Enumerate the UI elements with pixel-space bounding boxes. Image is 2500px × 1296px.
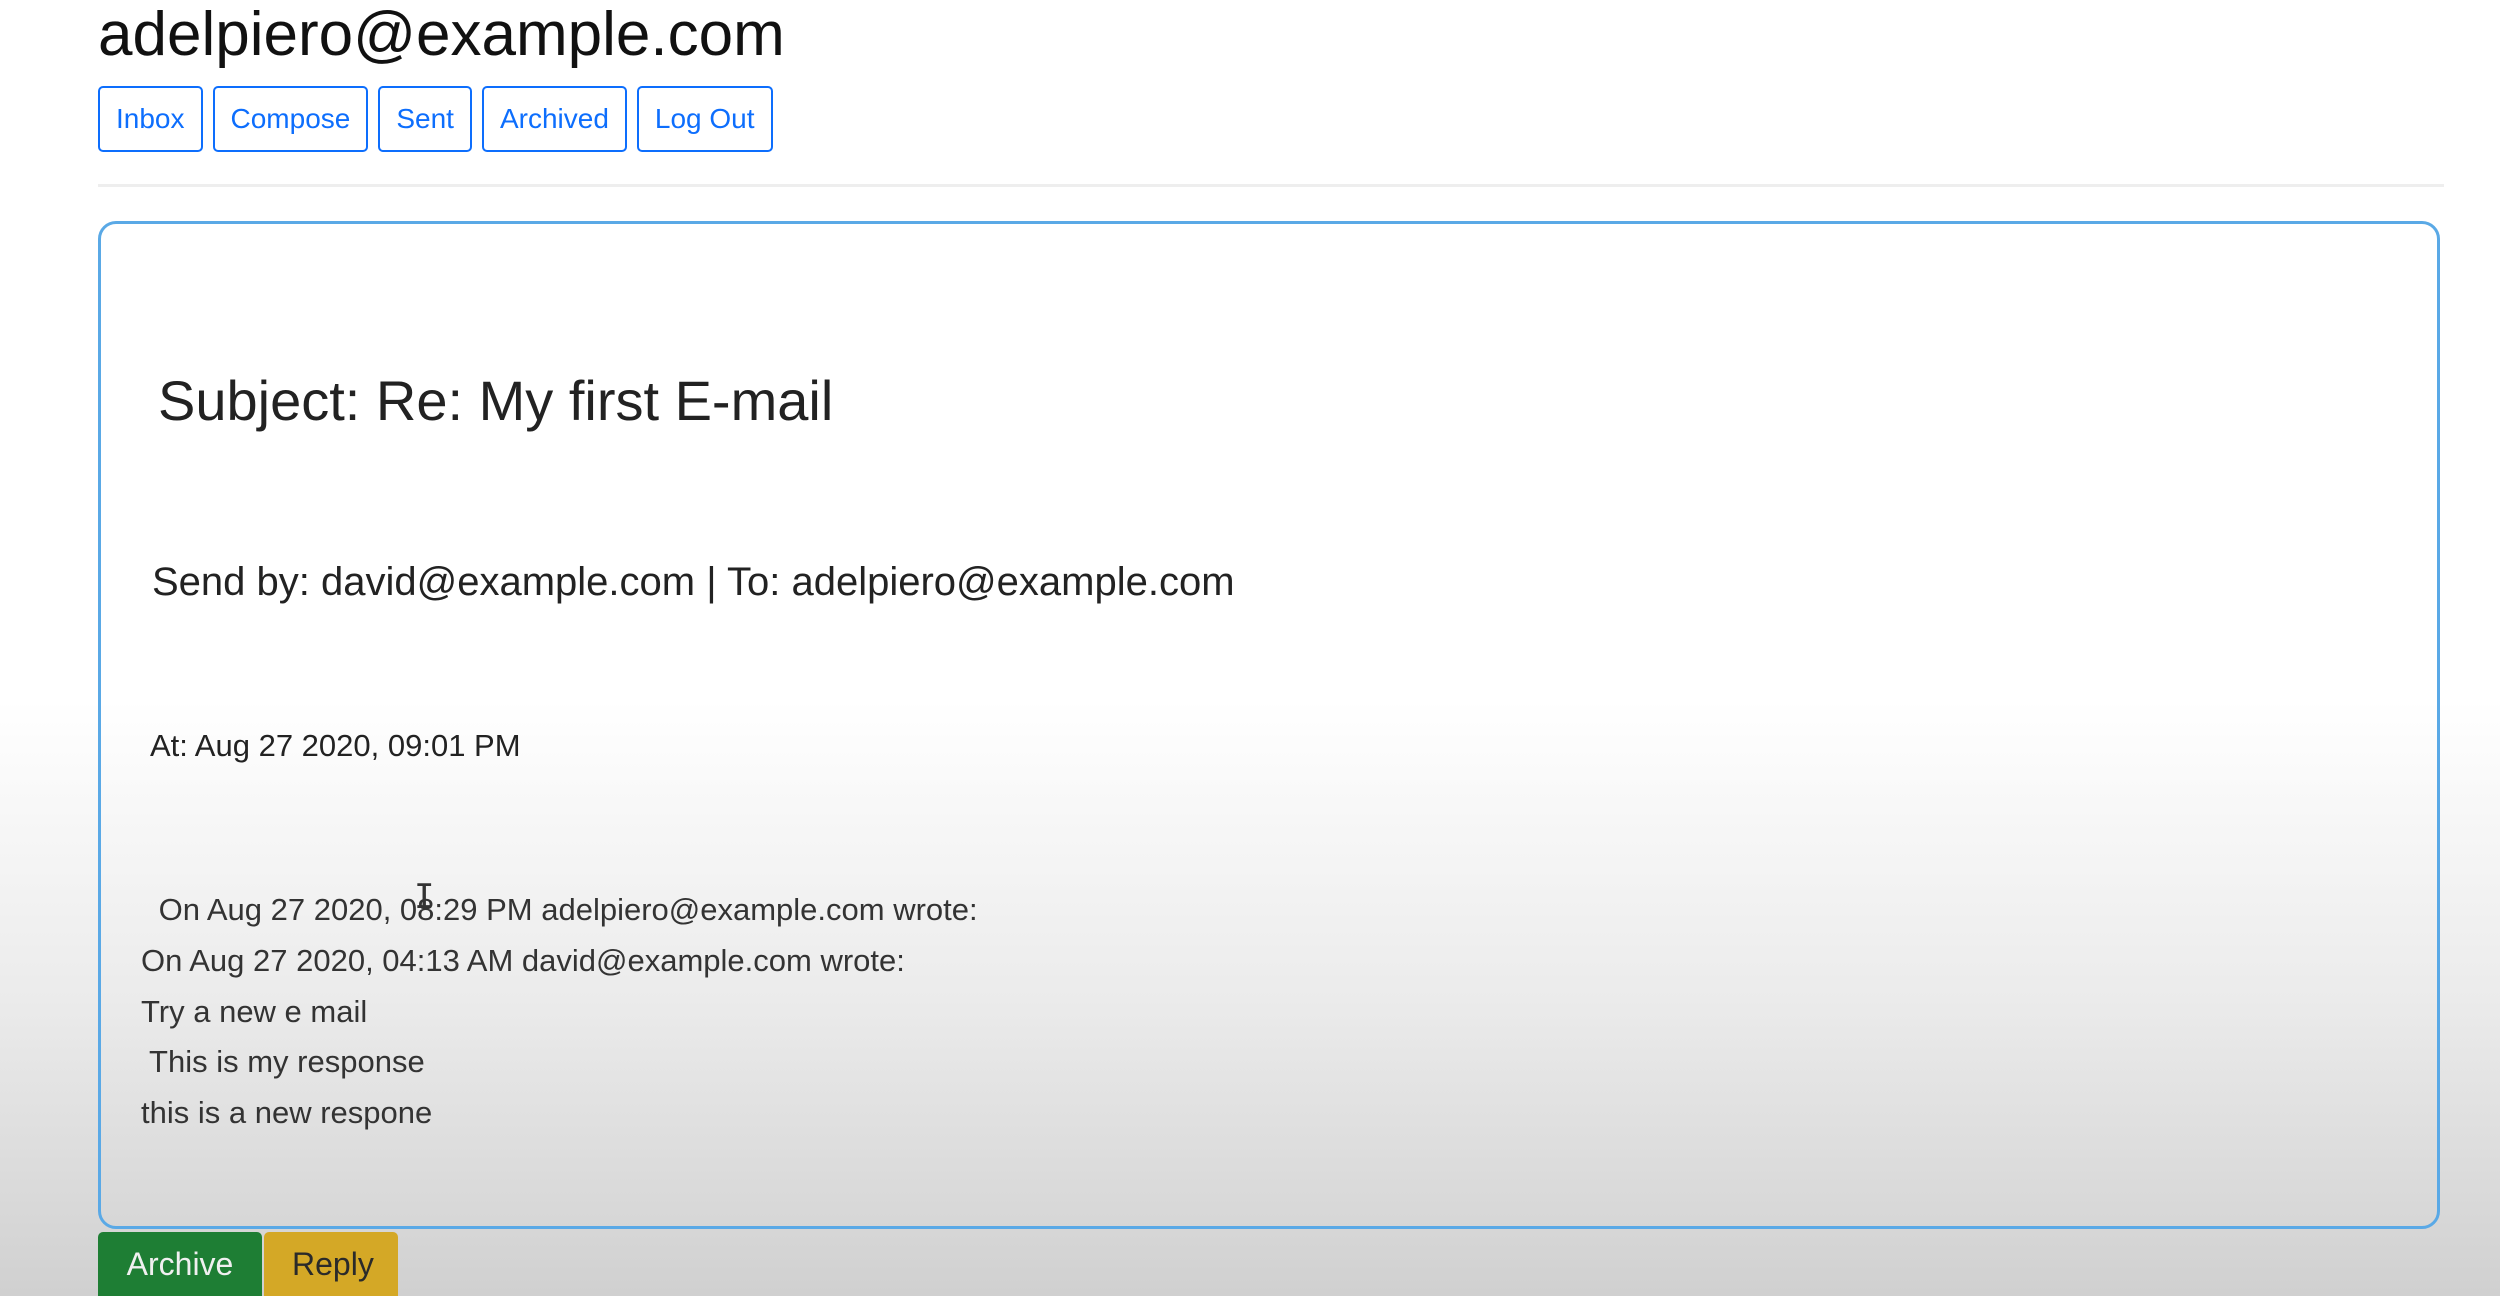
email-body-line: On Aug 27 2020, 04:13 AM david@example.c… [141,943,905,978]
current-user-email: adelpiero@example.com [98,0,785,69]
email-body-line: this is a new respone [141,1095,433,1130]
email-sender-recipient: Send by: david@example.com | To: adelpie… [152,560,1235,604]
email-body-line: This is my response [141,1044,425,1079]
inbox-button[interactable]: Inbox [98,86,203,152]
i-beam-cursor-icon: I [414,877,435,917]
archive-button[interactable]: Archive [98,1232,262,1296]
compose-button[interactable]: Compose [212,86,369,152]
reply-button[interactable]: Reply [264,1232,398,1296]
email-subject: Subject: Re: My first E-mail [158,369,834,432]
logout-button[interactable]: Log Out [636,86,773,152]
email-body-line: On Aug 27 2020, 08:29 PM adelpiero@examp… [150,892,978,927]
mail-navigation: Inbox Compose Sent Archived Log Out [98,86,773,152]
email-body-line: Try a new e mail [141,994,368,1029]
email-timestamp: At: Aug 27 2020, 09:01 PM [150,728,521,763]
archived-button[interactable]: Archived [481,86,627,152]
sent-button[interactable]: Sent [378,86,472,152]
header-divider [98,184,2444,187]
email-view-page: adelpiero@example.com Inbox Compose Sent… [0,0,2500,1296]
